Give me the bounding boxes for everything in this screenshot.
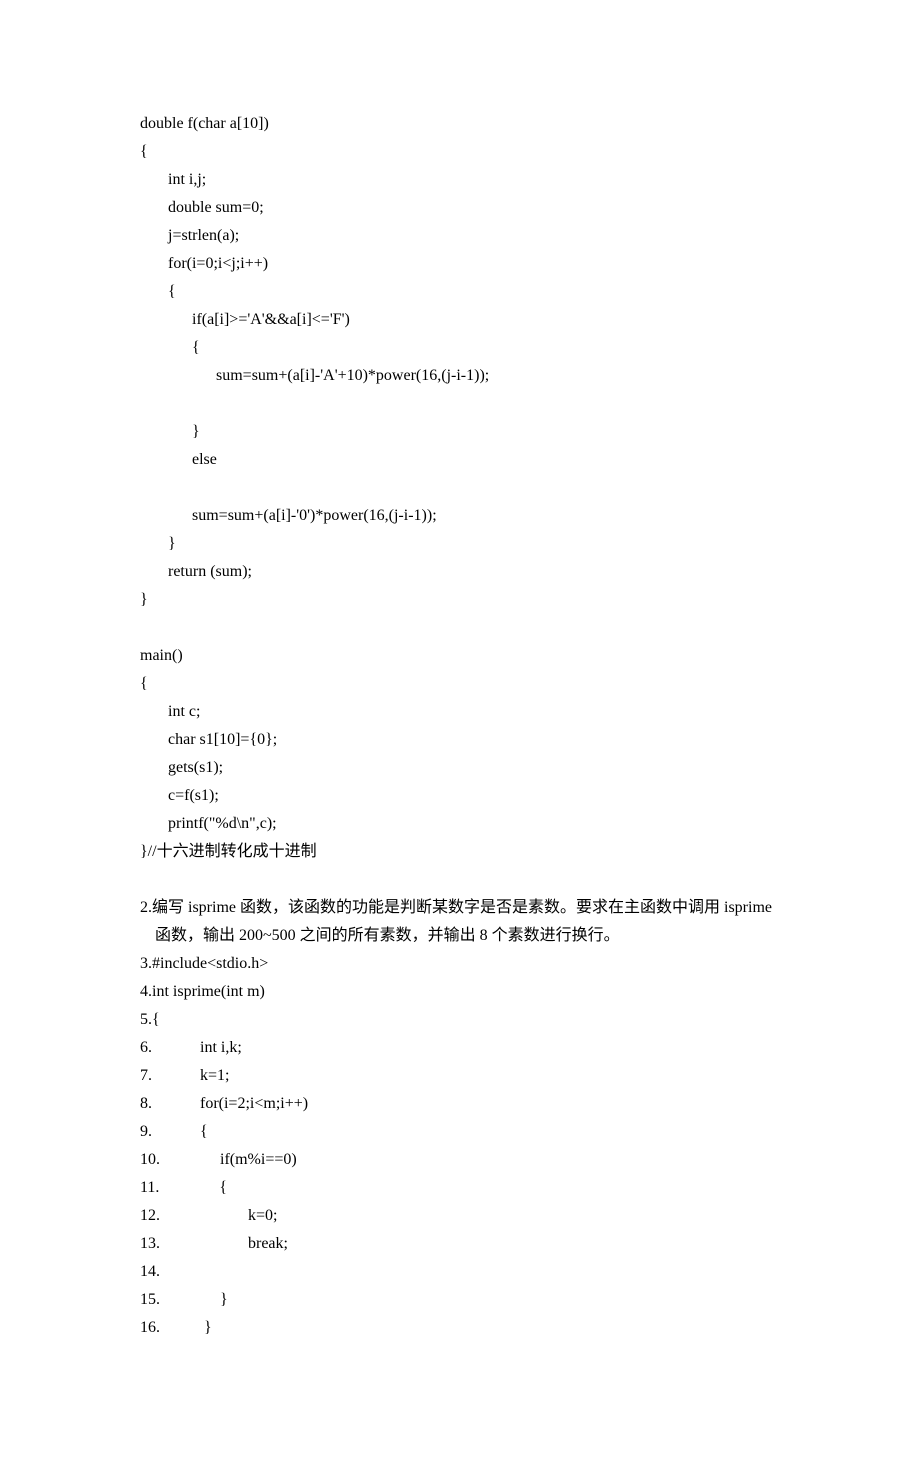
code-line: 4.int isprime(int m) xyxy=(140,978,780,1006)
code-line: 10. if(m%i==0) xyxy=(140,1146,780,1174)
code-line: 6. int i,k; xyxy=(140,1034,780,1062)
code-line: j=strlen(a); xyxy=(140,222,780,250)
code-line: 3.#include<stdio.h> xyxy=(140,950,780,978)
problem-2-line-1: 2.编写 isprime 函数，该函数的功能是判断某数字是否是素数。要求在主函数… xyxy=(140,894,780,922)
problem-2-line-2: 函数，输出 200~500 之间的所有素数，并输出 8 个素数进行换行。 xyxy=(140,922,780,950)
code-line: for(i=0;i<j;i++) xyxy=(140,250,780,278)
code-line: 5.{ xyxy=(140,1006,780,1034)
code-line: int c; xyxy=(140,698,780,726)
code-line: main() xyxy=(140,642,780,670)
code-line: double f(char a[10]) xyxy=(140,110,780,138)
code-line: 14. xyxy=(140,1258,780,1286)
code-line: sum=sum+(a[i]-'0')*power(16,(j-i-1)); xyxy=(140,502,780,530)
code-line: 8. for(i=2;i<m;i++) xyxy=(140,1090,780,1118)
code-line xyxy=(140,614,780,642)
code-line: }//十六进制转化成十进制 xyxy=(140,838,780,866)
code-line: } xyxy=(140,530,780,558)
code-line: c=f(s1); xyxy=(140,782,780,810)
code-line: return (sum); xyxy=(140,558,780,586)
code-line: } xyxy=(140,586,780,614)
page: double f(char a[10]){ int i,j; double su… xyxy=(0,0,920,1462)
code-line: 9. { xyxy=(140,1118,780,1146)
code-line: 13. break; xyxy=(140,1230,780,1258)
code-line: gets(s1); xyxy=(140,754,780,782)
code-block-2: 3.#include<stdio.h>4.int isprime(int m)5… xyxy=(140,950,780,1342)
code-line: printf("%d\n",c); xyxy=(140,810,780,838)
code-line: else xyxy=(140,446,780,474)
code-line: { xyxy=(140,278,780,306)
code-line xyxy=(140,474,780,502)
code-line: if(a[i]>='A'&&a[i]<='F') xyxy=(140,306,780,334)
code-line: { xyxy=(140,138,780,166)
code-line: { xyxy=(140,334,780,362)
code-line: { xyxy=(140,670,780,698)
code-line: char s1[10]={0}; xyxy=(140,726,780,754)
code-line: 11. { xyxy=(140,1174,780,1202)
code-line: 7. k=1; xyxy=(140,1062,780,1090)
code-line: } xyxy=(140,418,780,446)
code-block-1: double f(char a[10]){ int i,j; double su… xyxy=(140,110,780,866)
code-line: 15. } xyxy=(140,1286,780,1314)
code-line: double sum=0; xyxy=(140,194,780,222)
code-line: int i,j; xyxy=(140,166,780,194)
code-line: sum=sum+(a[i]-'A'+10)*power(16,(j-i-1)); xyxy=(140,362,780,390)
code-line: 16. } xyxy=(140,1314,780,1342)
code-line: 12. k=0; xyxy=(140,1202,780,1230)
spacer xyxy=(140,866,780,894)
code-line xyxy=(140,390,780,418)
